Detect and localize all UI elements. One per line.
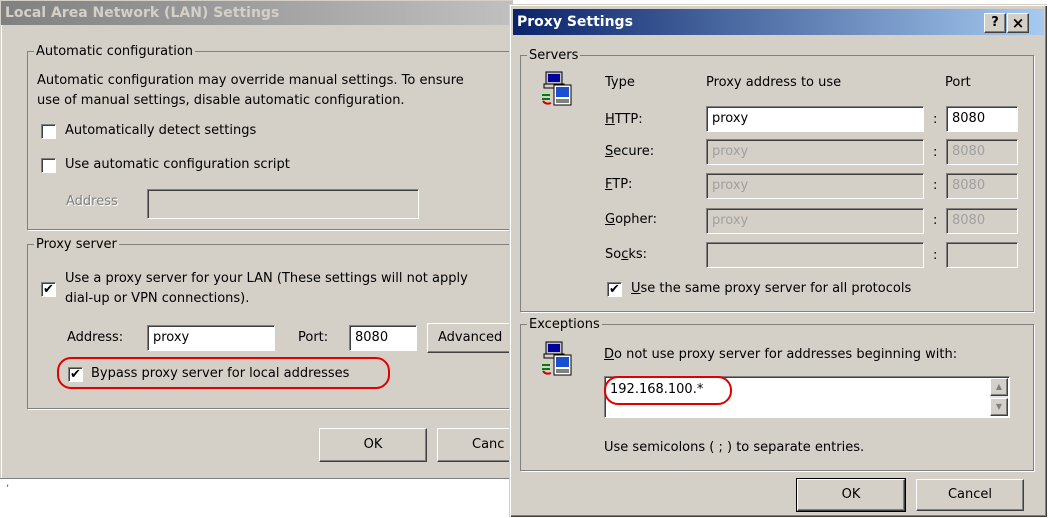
secure-type-label: Secure: <box>605 144 655 159</box>
ftp-address-input[interactable]: proxy <box>706 173 924 199</box>
scroll-up-arrow-icon[interactable]: ▲ <box>990 378 1008 396</box>
lan-ok-button[interactable]: OK <box>319 428 427 462</box>
help-icon: ? <box>991 15 999 30</box>
checkmark-icon: ✔ <box>43 282 54 297</box>
socks-type-label: Socks: <box>605 247 648 262</box>
type-column-header: Type <box>605 75 635 90</box>
proxy-cancel-button[interactable]: Cancel <box>916 479 1024 511</box>
proxy-ok-button[interactable]: OK <box>797 479 905 511</box>
lan-dialog-bottom-shadow <box>0 478 512 479</box>
network-computers-icon <box>542 71 572 106</box>
port-label: Port: <box>298 330 329 345</box>
exceptions-legend: Exceptions <box>527 317 602 332</box>
auto-script-checkbox[interactable] <box>41 158 56 173</box>
servers-legend: Servers <box>527 48 581 63</box>
exceptions-highlight-ring <box>604 376 732 405</box>
http-port-input[interactable]: 8080 <box>946 106 1018 132</box>
port-column-header: Port <box>945 75 971 90</box>
socks-address-input[interactable] <box>706 242 924 268</box>
auto-config-description-line2: use of manual settings, disable automati… <box>37 93 405 108</box>
address-column-header: Proxy address to use <box>706 75 842 90</box>
proxy-settings-dialog: Proxy Settings ? × Servers Type Proxy ad… <box>509 4 1047 517</box>
port-input[interactable]: 8080 <box>349 325 417 351</box>
http-colon: : <box>933 112 938 127</box>
automatic-configuration-legend: Automatic configuration <box>34 44 196 59</box>
gopher-address-input[interactable]: proxy <box>706 208 924 234</box>
lan-titlebar[interactable]: Local Area Network (LAN) Settings <box>1 1 513 25</box>
scroll-down-arrow-icon[interactable]: ▼ <box>990 398 1008 416</box>
gopher-port-input[interactable]: 8080 <box>946 208 1018 234</box>
network-computers-icon <box>542 341 572 376</box>
bypass-highlight-ring <box>57 357 390 389</box>
lan-title: Local Area Network (LAN) Settings <box>5 5 280 21</box>
auto-config-description-line1: Automatic configuration may override man… <box>37 73 464 88</box>
http-type-label: HTTP: <box>605 112 643 127</box>
auto-detect-label[interactable]: Automatically detect settings <box>65 123 256 138</box>
proxy-address-input[interactable]: proxy <box>147 325 275 351</box>
use-proxy-label-line1[interactable]: Use a proxy server for your LAN (These s… <box>65 271 468 286</box>
auto-script-label[interactable]: Use automatic configuration script <box>65 157 290 172</box>
socks-colon: : <box>933 248 938 263</box>
help-button[interactable]: ? <box>984 13 1006 33</box>
lan-settings-dialog: Local Area Network (LAN) Settings Automa… <box>0 0 529 479</box>
same-proxy-checkbox[interactable]: ✔ <box>607 282 622 297</box>
checkmark-icon: ✔ <box>609 282 620 297</box>
exceptions-scrollbar[interactable]: ▲ ▼ <box>990 378 1008 416</box>
use-proxy-checkbox[interactable]: ✔ <box>41 282 56 297</box>
exceptions-description: Do not use proxy server for addresses be… <box>604 347 958 362</box>
http-address-input[interactable]: proxy <box>706 106 924 132</box>
auto-detect-checkbox[interactable] <box>41 124 56 139</box>
ftp-colon: : <box>933 178 938 193</box>
script-address-input[interactable] <box>147 189 419 219</box>
proxy-titlebar[interactable]: Proxy Settings <box>513 9 1044 35</box>
secure-colon: : <box>933 145 938 160</box>
ftp-port-input[interactable]: 8080 <box>946 173 1018 199</box>
proxy-title: Proxy Settings <box>517 14 633 30</box>
proxy-address-label: Address: <box>67 330 124 345</box>
close-icon: × <box>1011 14 1025 32</box>
close-button[interactable]: × <box>1007 13 1029 33</box>
use-proxy-label-line2[interactable]: dial-up or VPN connections). <box>65 291 249 306</box>
script-address-label: Address <box>66 194 118 209</box>
secure-port-input[interactable]: 8080 <box>946 139 1018 165</box>
secure-address-input[interactable]: proxy <box>706 139 924 165</box>
gopher-colon: : <box>933 213 938 228</box>
stray-mark: , <box>6 478 10 489</box>
ftp-type-label: FTP: <box>605 177 633 192</box>
same-proxy-label[interactable]: Use the same proxy server for all protoc… <box>631 281 911 296</box>
socks-port-input[interactable] <box>946 242 1018 268</box>
proxy-server-legend: Proxy server <box>34 237 119 252</box>
gopher-type-label: Gopher: <box>605 212 658 227</box>
exceptions-hint: Use semicolons ( ; ) to separate entries… <box>604 440 865 455</box>
